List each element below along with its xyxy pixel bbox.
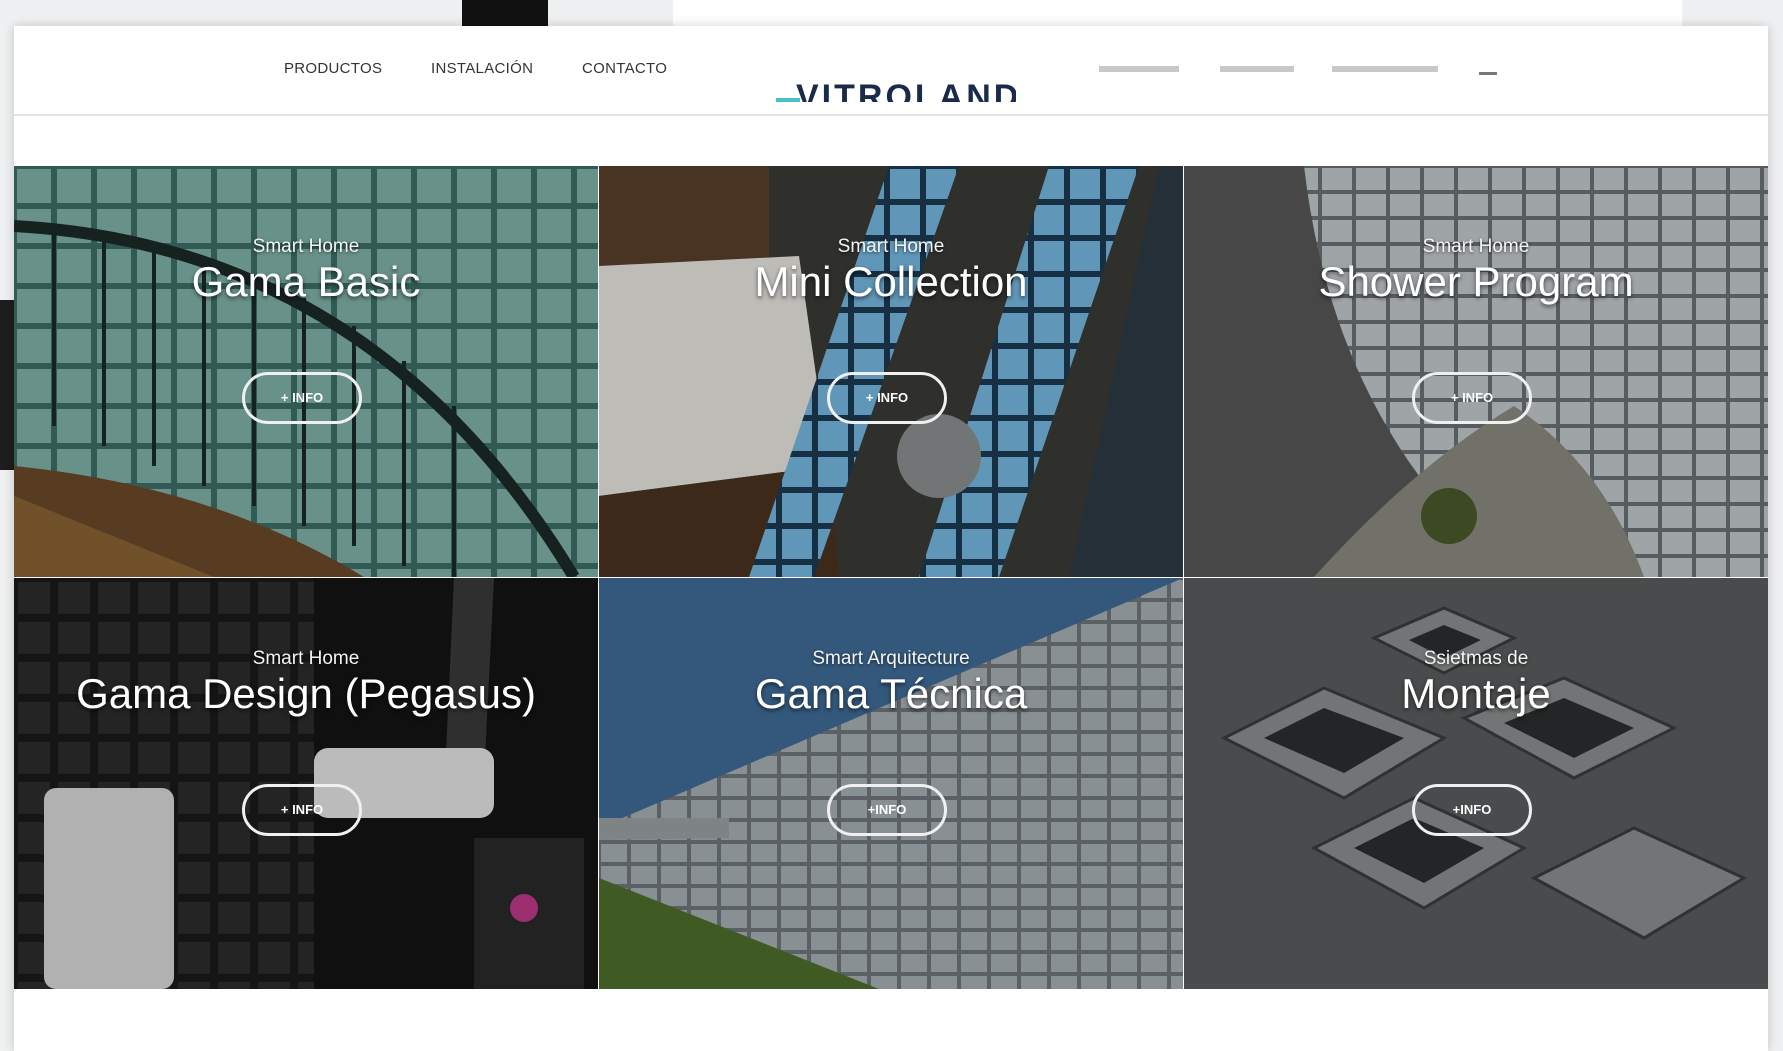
tile-subtitle: Smart Arquitecture — [812, 648, 970, 669]
info-button[interactable]: +INFO — [1412, 784, 1532, 836]
product-tile[interactable]: Ssietmas de Montaje +INFO — [1184, 578, 1768, 989]
cart-icon[interactable] — [1479, 64, 1497, 75]
info-button[interactable]: + INFO — [1412, 372, 1532, 424]
info-button[interactable]: +INFO — [827, 784, 947, 836]
info-button[interactable]: + INFO — [827, 372, 947, 424]
tile-title: Gama Técnica — [754, 670, 1028, 717]
tile-subtitle: Smart Home — [837, 236, 945, 257]
tile-title: Shower Program — [1318, 258, 1634, 305]
tile-title: Gama Design (Pegasus) — [76, 670, 536, 717]
tile-subtitle: Smart Home — [1422, 236, 1530, 257]
tile-subtitle: Smart Home — [252, 648, 360, 669]
tile-subtitle: Smart Home — [252, 236, 360, 257]
nav-right-item-blurred[interactable] — [1099, 66, 1179, 72]
tile-title: Montaje — [1401, 670, 1551, 717]
background-white-strip — [673, 0, 1682, 26]
logo[interactable]: VITROLAND — [776, 66, 1016, 102]
tile-title: Gama Basic — [191, 258, 421, 305]
product-tile[interactable]: Smart Home Shower Program + INFO — [1184, 166, 1768, 577]
product-tile[interactable]: Smart Arquitecture Gama Técnica +INFO — [599, 578, 1183, 989]
tile-subtitle: Ssietmas de — [1423, 648, 1529, 669]
tile-title: Mini Collection — [754, 258, 1028, 305]
site-header: PRODUCTOS INSTALACIÓN CONTACTO VITROLAND — [14, 26, 1768, 116]
nav-right-item-blurred[interactable] — [1332, 66, 1438, 72]
logo-text: VITROLAND — [796, 78, 1016, 102]
nav-productos[interactable]: PRODUCTOS — [284, 60, 382, 77]
nav-right-item-blurred[interactable] — [1220, 66, 1294, 72]
info-button[interactable]: + INFO — [242, 372, 362, 424]
product-grid: Smart Home Gama Basic + INFO Smart Home … — [14, 166, 1768, 990]
nav-contacto[interactable]: CONTACTO — [582, 60, 667, 77]
website-window: PRODUCTOS INSTALACIÓN CONTACTO VITROLAND — [14, 26, 1768, 1051]
background-dark-block — [462, 0, 548, 28]
info-button[interactable]: + INFO — [242, 784, 362, 836]
product-tile[interactable]: Smart Home Mini Collection + INFO — [599, 166, 1183, 577]
product-tile[interactable]: Smart Home Gama Basic + INFO — [14, 166, 598, 577]
nav-instalacion[interactable]: INSTALACIÓN — [431, 60, 533, 77]
product-tile[interactable]: Smart Home Gama Design (Pegasus) + INFO — [14, 578, 598, 989]
